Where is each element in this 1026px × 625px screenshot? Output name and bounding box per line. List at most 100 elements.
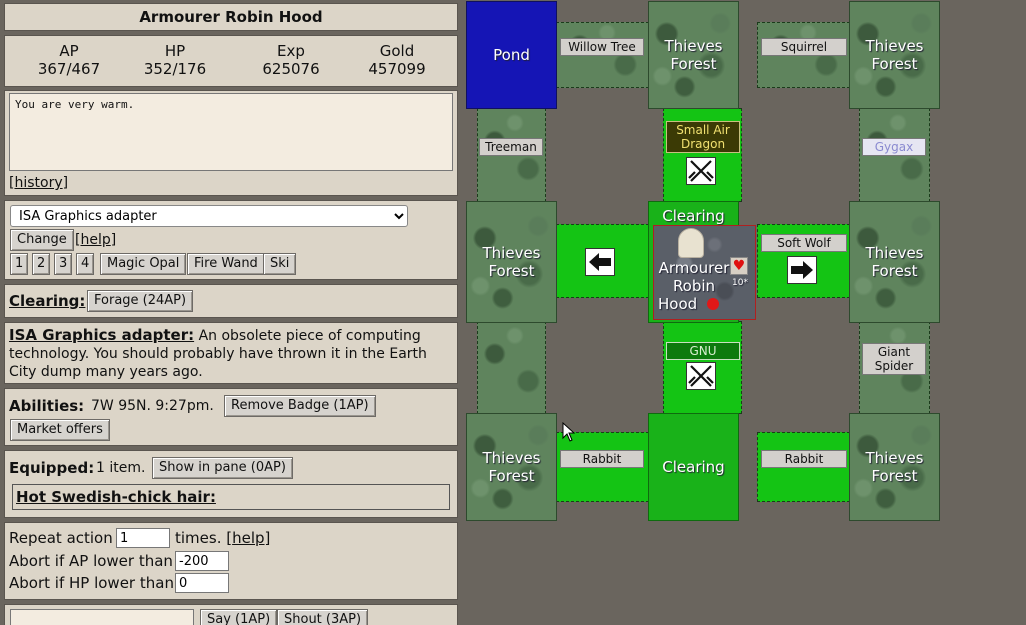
quick-slot-1-button[interactable]: 1 bbox=[10, 253, 29, 275]
creature-treeman[interactable]: Treeman bbox=[479, 138, 543, 156]
item-help-link[interactable]: help bbox=[80, 232, 110, 248]
ski-button[interactable]: Ski bbox=[263, 253, 297, 275]
path-west-to-sw bbox=[477, 321, 546, 414]
quick-slot-4-button[interactable]: 4 bbox=[76, 253, 95, 275]
item-description-name[interactable]: ISA Graphics adapter: bbox=[9, 326, 194, 344]
crossed-swords-icon[interactable] bbox=[686, 157, 716, 185]
creature-soft-wolf[interactable]: Soft Wolf bbox=[761, 234, 847, 252]
player-name-line: Hood bbox=[658, 295, 698, 313]
map-tile-label: Thieves bbox=[664, 37, 723, 55]
map-tile-forest-east[interactable]: Thieves Forest bbox=[849, 201, 940, 323]
map-tile-label: Thieves bbox=[482, 449, 541, 467]
map-tile-label: Forest bbox=[488, 262, 535, 280]
character-title: Armourer Robin Hood bbox=[139, 8, 323, 26]
abort-hp-input[interactable] bbox=[175, 573, 229, 593]
map-tile-forest-west[interactable]: Thieves Forest bbox=[466, 201, 557, 323]
item-panel: ISA Graphics adapter Change [help] 1 2 3… bbox=[4, 200, 458, 280]
map-tile-pond-label: Pond bbox=[493, 46, 530, 64]
repeat-suffix-text: times. bbox=[175, 529, 222, 547]
location-name[interactable]: Clearing: bbox=[9, 292, 85, 310]
heart-icon: ♥ bbox=[730, 257, 748, 275]
history-link-wrap: [history] bbox=[9, 175, 69, 191]
map-tile-label: Forest bbox=[871, 262, 918, 280]
fire-wand-button[interactable]: Fire Wand bbox=[187, 253, 265, 275]
repeat-count-input[interactable] bbox=[116, 528, 170, 548]
stat-hp-value: 352/176 bbox=[143, 60, 207, 78]
map-tile-forest-north[interactable]: Thieves Forest bbox=[648, 1, 739, 109]
item-select[interactable]: ISA Graphics adapter bbox=[10, 205, 408, 227]
map-tile-label: Forest bbox=[488, 467, 535, 485]
map-tile-pond[interactable]: Pond bbox=[466, 1, 557, 109]
map-tile-label: Thieves bbox=[865, 244, 924, 262]
map-tile-forest-se[interactable]: Thieves Forest bbox=[849, 413, 940, 521]
creature-willow-tree[interactable]: Willow Tree bbox=[560, 38, 644, 56]
change-button[interactable]: Change bbox=[10, 229, 74, 251]
stat-hp: HP 352/176 bbox=[125, 42, 225, 78]
creature-gygax[interactable]: Gygax bbox=[862, 138, 926, 156]
repeat-prefix: Repeat action bbox=[9, 529, 113, 547]
message-log[interactable]: You are very warm. bbox=[9, 93, 453, 171]
abilities-label: Abilities: bbox=[9, 397, 85, 415]
stat-ap-value: 367/467 bbox=[37, 60, 101, 78]
player-name-line: Robin bbox=[672, 277, 716, 295]
messages-panel: You are very warm. [history] bbox=[4, 90, 458, 196]
map-tile-center-clearing[interactable]: Clearing Armourer Robin Hood ♥ 10* bbox=[648, 201, 756, 323]
creature-squirrel[interactable]: Squirrel bbox=[761, 38, 847, 56]
map-tile-forest-ne[interactable]: Thieves Forest bbox=[849, 1, 940, 109]
say-button[interactable]: Say (1AP) bbox=[200, 609, 278, 625]
quick-slot-3-button[interactable]: 3 bbox=[54, 253, 73, 275]
item-help-wrap: [help] bbox=[75, 232, 117, 248]
stat-gold-value: 457099 bbox=[368, 60, 426, 78]
player-name-line: Armourer bbox=[658, 259, 730, 277]
item-description-panel: ISA Graphics adapter: An obsolete piece … bbox=[4, 322, 458, 384]
creature-rabbit-west[interactable]: Rabbit bbox=[560, 450, 644, 468]
equipped-label: Equipped: bbox=[9, 459, 95, 477]
shout-button[interactable]: Shout (3AP) bbox=[277, 609, 369, 625]
repeat-help-link[interactable]: help bbox=[232, 529, 264, 547]
creature-rabbit-east[interactable]: Rabbit bbox=[761, 450, 847, 468]
equipped-item[interactable]: Hot Swedish-chick hair: bbox=[16, 488, 216, 506]
arrow-right-icon[interactable] bbox=[787, 256, 817, 284]
character-title-panel: Armourer Robin Hood bbox=[4, 3, 458, 31]
stat-exp-value: 625076 bbox=[262, 60, 320, 78]
location-panel: Clearing: Forage (24AP) bbox=[4, 284, 458, 318]
map-tile-label: Thieves bbox=[865, 37, 924, 55]
history-link[interactable]: history bbox=[14, 175, 62, 191]
creature-small-air-dragon[interactable]: Small Air Dragon bbox=[666, 121, 740, 153]
player-card[interactable]: Armourer Robin Hood ♥ 10* bbox=[653, 225, 756, 320]
arrow-left-icon[interactable] bbox=[585, 248, 615, 276]
show-in-pane-button[interactable]: Show in pane (0AP) bbox=[152, 457, 293, 479]
equipped-panel: Equipped: 1 item. Show in pane (0AP) Hot… bbox=[4, 450, 458, 518]
player-avatar bbox=[678, 228, 704, 258]
market-offers-button[interactable]: Market offers bbox=[10, 419, 110, 441]
creature-small-air-dragon-line: Dragon bbox=[680, 137, 726, 151]
chat-input[interactable] bbox=[10, 609, 194, 625]
remove-badge-button[interactable]: Remove Badge (1AP) bbox=[224, 395, 376, 417]
map-tile-south-clearing[interactable]: Clearing bbox=[648, 413, 739, 521]
stat-ap-label: AP bbox=[59, 42, 79, 60]
magic-opal-button[interactable]: Magic Opal bbox=[100, 253, 187, 275]
stats-panel: AP 367/467 HP 352/176 Exp 625076 Gold 45… bbox=[4, 35, 458, 87]
repeat-panel: Repeat action times. [help] Abort if AP … bbox=[4, 522, 458, 600]
stat-gold-label: Gold bbox=[379, 42, 415, 60]
forage-button[interactable]: Forage (24AP) bbox=[87, 290, 194, 312]
player-name: Armourer Robin Hood bbox=[654, 259, 734, 313]
creature-giant-spider-line: Giant bbox=[877, 345, 911, 359]
map-tile-label: Thieves bbox=[482, 244, 541, 262]
stat-gold: Gold 457099 bbox=[347, 42, 447, 78]
stat-hp-label: HP bbox=[164, 42, 186, 60]
map-tile-label: Thieves bbox=[865, 449, 924, 467]
abort-ap-input[interactable] bbox=[175, 551, 229, 571]
abort-hp-label: Abort if HP lower than bbox=[9, 574, 174, 592]
stat-ap: AP 367/467 bbox=[19, 42, 119, 78]
map-tile-forest-sw[interactable]: Thieves Forest bbox=[466, 413, 557, 521]
abilities-panel: Abilities: 7W 95N. 9:27pm. Remove Badge … bbox=[4, 388, 458, 446]
creature-gnu[interactable]: GNU bbox=[666, 342, 740, 360]
crossed-swords-icon[interactable] bbox=[686, 362, 716, 390]
abilities-text: 7W 95N. 9:27pm. bbox=[91, 398, 214, 414]
creature-small-air-dragon-line: Small Air bbox=[676, 123, 730, 137]
item-description: ISA Graphics adapter: An obsolete piece … bbox=[9, 326, 453, 381]
creature-giant-spider[interactable]: Giant Spider bbox=[862, 343, 926, 375]
quick-slot-2-button[interactable]: 2 bbox=[32, 253, 51, 275]
map-tile-label: Forest bbox=[670, 55, 717, 73]
